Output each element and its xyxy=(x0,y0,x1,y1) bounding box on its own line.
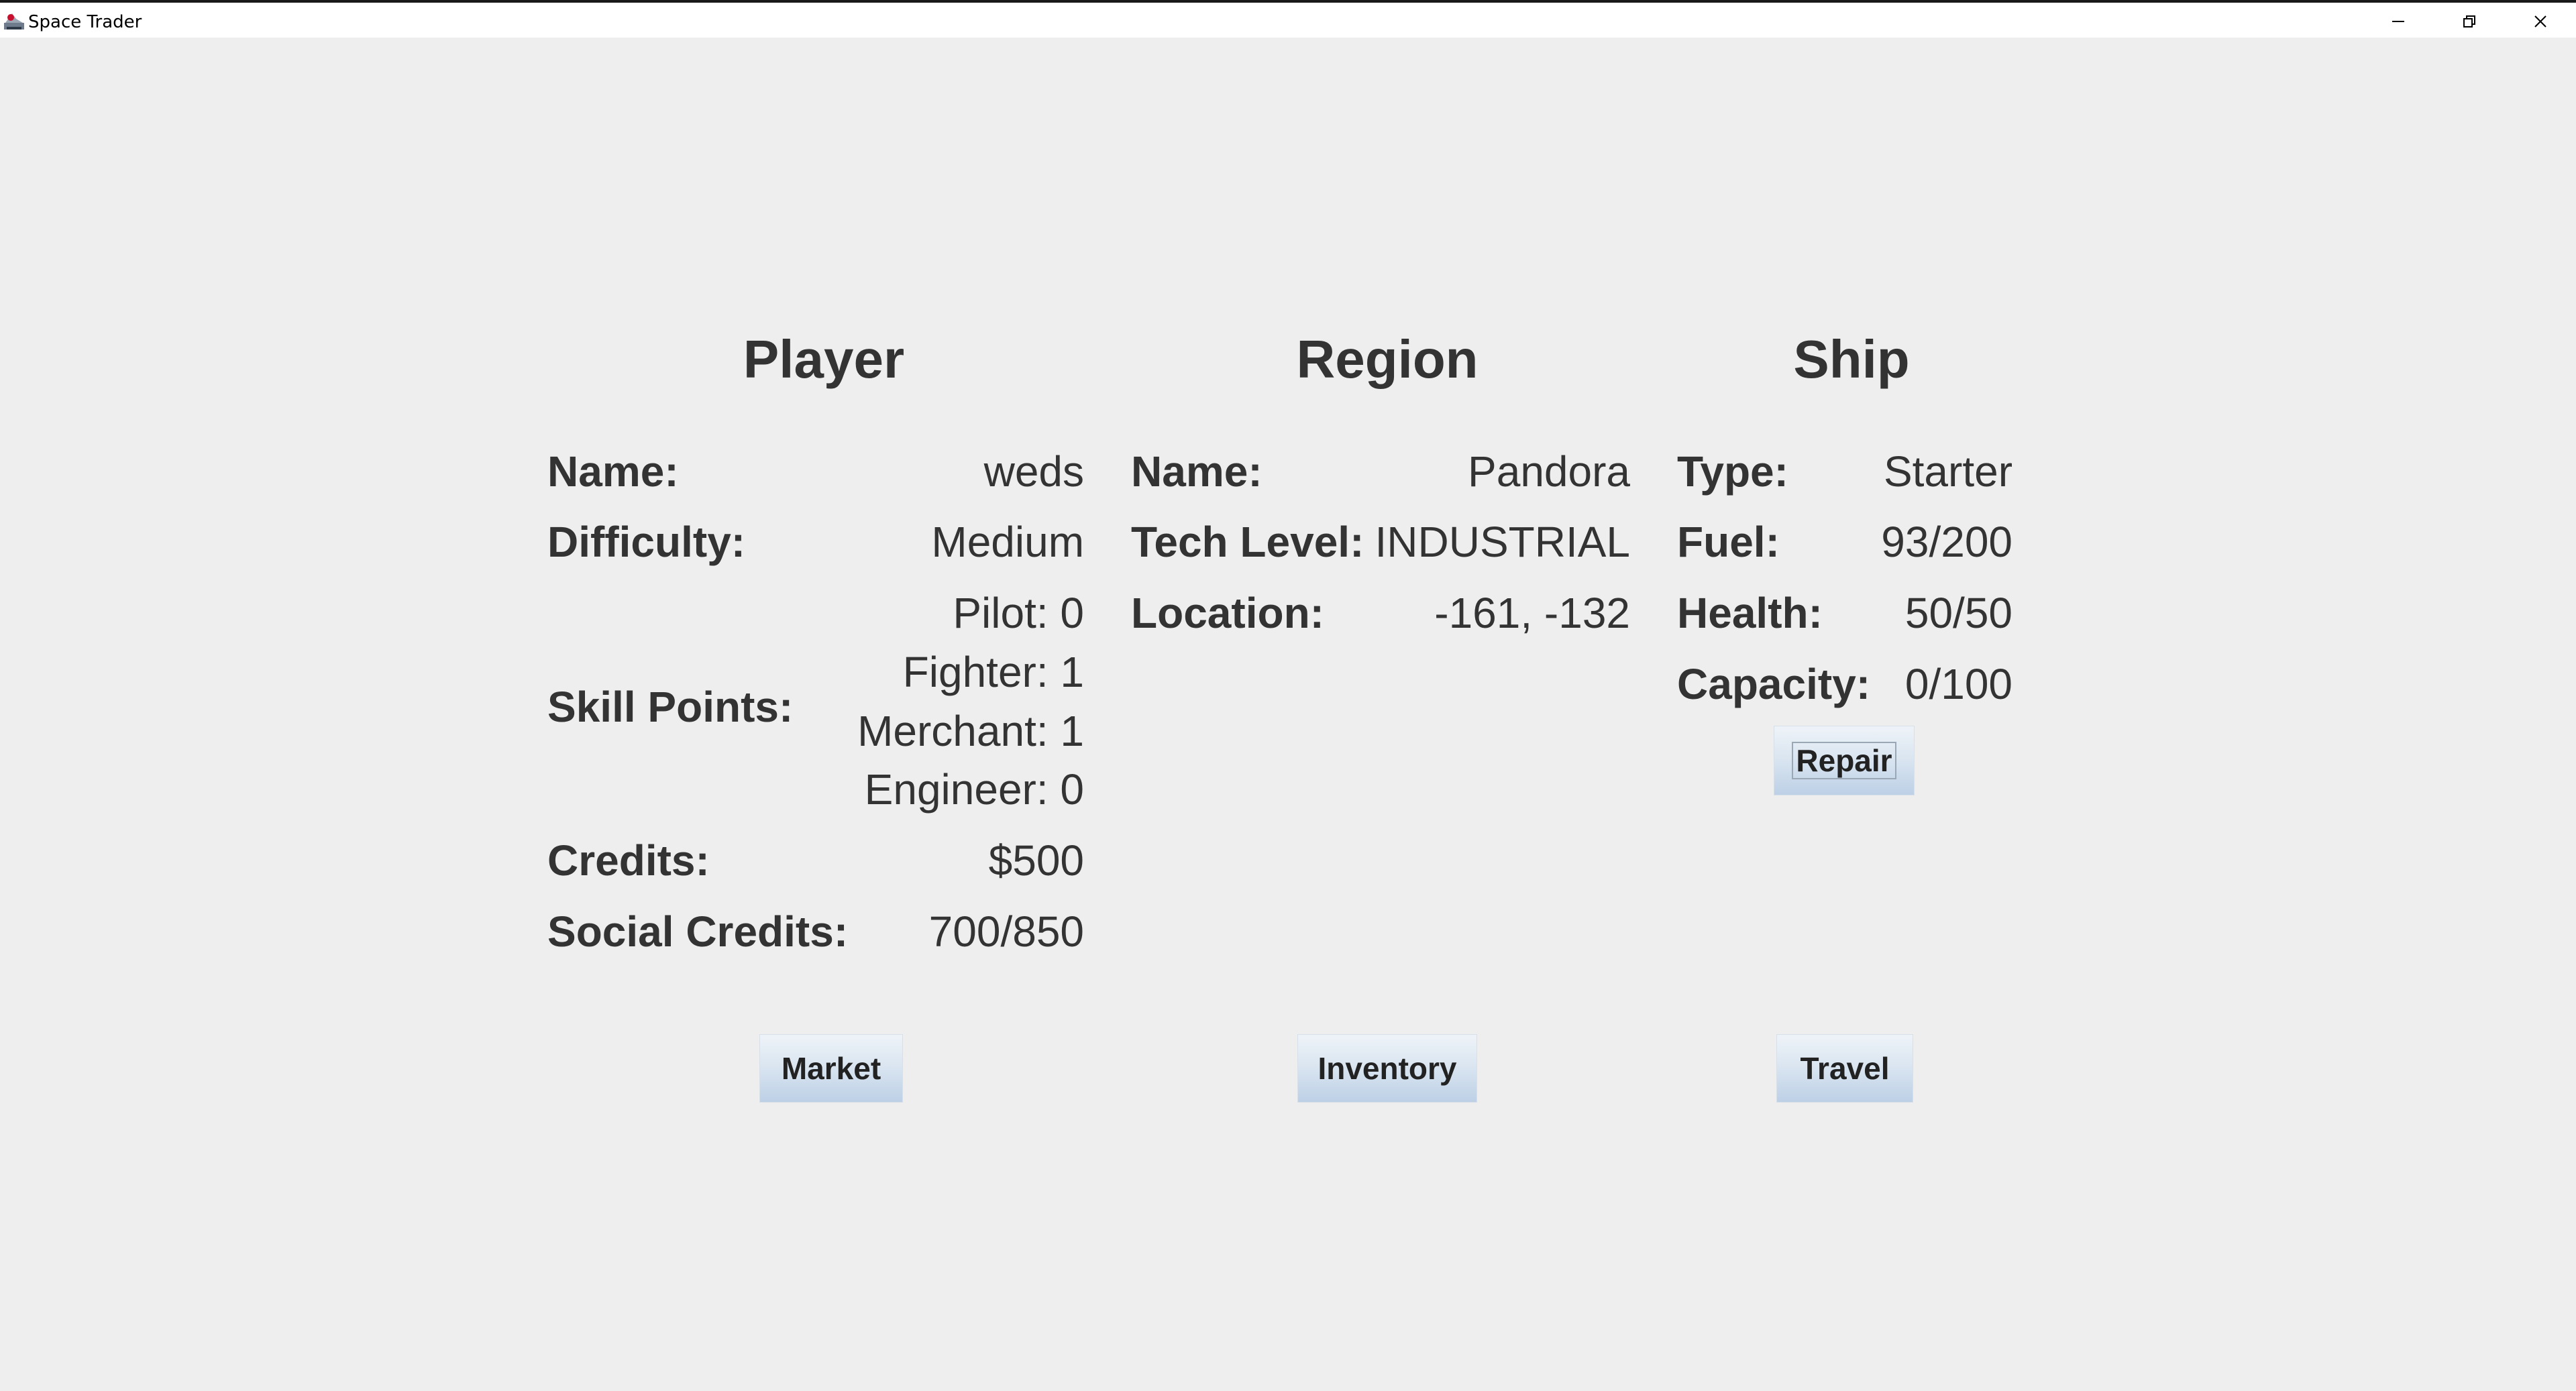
social-credits-label: Social Credits: xyxy=(547,907,849,956)
fuel-value: 93/200 xyxy=(1881,518,2012,566)
repair-button[interactable]: Repair xyxy=(1774,726,1915,795)
ship-type-label: Type: xyxy=(1677,447,1788,496)
health-value: 50/50 xyxy=(1904,589,2012,637)
difficulty-label: Difficulty: xyxy=(547,518,746,566)
region-name-label: Name: xyxy=(1131,447,1263,496)
player-name-label: Name: xyxy=(547,447,679,496)
skill-points-label: Skill Points: xyxy=(547,683,794,731)
skill-engineer: Engineer: 0 xyxy=(864,765,1084,814)
minimize-button[interactable] xyxy=(2363,5,2434,38)
space-trader-icon xyxy=(3,9,25,32)
player-heading: Player xyxy=(743,329,905,389)
credits-value: $500 xyxy=(988,836,1084,885)
ship-heading: Ship xyxy=(1793,329,1910,389)
tech-level-label: Tech Level: xyxy=(1131,518,1364,566)
minimize-icon xyxy=(2391,14,2406,29)
title-bar[interactable]: Space Trader xyxy=(0,3,2576,38)
location-label: Location: xyxy=(1131,589,1324,637)
tech-level-value: INDUSTRIAL xyxy=(1375,518,1631,566)
difficulty-value: Medium xyxy=(931,518,1084,566)
credits-label: Credits: xyxy=(547,836,710,885)
restore-button[interactable] xyxy=(2434,5,2505,38)
capacity-value: 0/100 xyxy=(1904,660,2012,708)
close-button[interactable] xyxy=(2505,5,2576,38)
skill-fighter: Fighter: 1 xyxy=(902,648,1084,696)
inventory-button[interactable]: Inventory xyxy=(1297,1034,1477,1103)
skill-merchant: Merchant: 1 xyxy=(857,707,1084,755)
region-heading: Region xyxy=(1296,329,1479,389)
close-icon xyxy=(2533,14,2548,29)
window-title: Space Trader xyxy=(28,12,142,32)
health-label: Health: xyxy=(1677,589,1823,637)
fuel-label: Fuel: xyxy=(1677,518,1780,566)
repair-button-label: Repair xyxy=(1792,742,1896,779)
region-name-value: Pandora xyxy=(1468,447,1630,496)
skill-pilot: Pilot: 0 xyxy=(953,589,1084,637)
location-value: -161, -132 xyxy=(1434,589,1630,637)
capacity-label: Capacity: xyxy=(1677,660,1871,708)
restore-icon xyxy=(2462,14,2477,29)
social-credits-value: 700/850 xyxy=(928,907,1084,956)
travel-button[interactable]: Travel xyxy=(1776,1034,1913,1103)
player-name-value: weds xyxy=(983,447,1084,496)
market-button[interactable]: Market xyxy=(759,1034,903,1103)
ship-type-value: Starter xyxy=(1883,447,2012,496)
